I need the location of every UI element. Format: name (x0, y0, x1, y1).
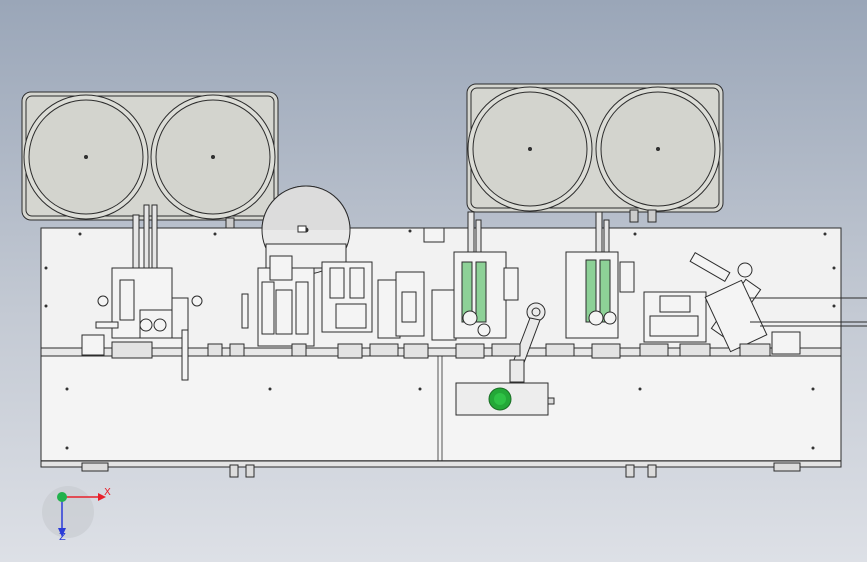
cad-viewport[interactable]: X Z (0, 0, 867, 562)
right-tray-bowl-1 (467, 86, 593, 212)
right-bowl-tray (466, 83, 724, 223)
left-bowl-tray (21, 91, 279, 229)
right-tray-bowl-2 (595, 86, 721, 212)
left-tray-bowl-2 (150, 94, 276, 220)
x-axis-label: X (104, 487, 111, 498)
machine-frame (40, 227, 842, 478)
left-tray-bowl-1 (23, 94, 149, 220)
assembly-machine-drawing (21, 83, 867, 538)
coordinate-triad (42, 486, 106, 538)
z-axis-label: Z (59, 532, 66, 543)
